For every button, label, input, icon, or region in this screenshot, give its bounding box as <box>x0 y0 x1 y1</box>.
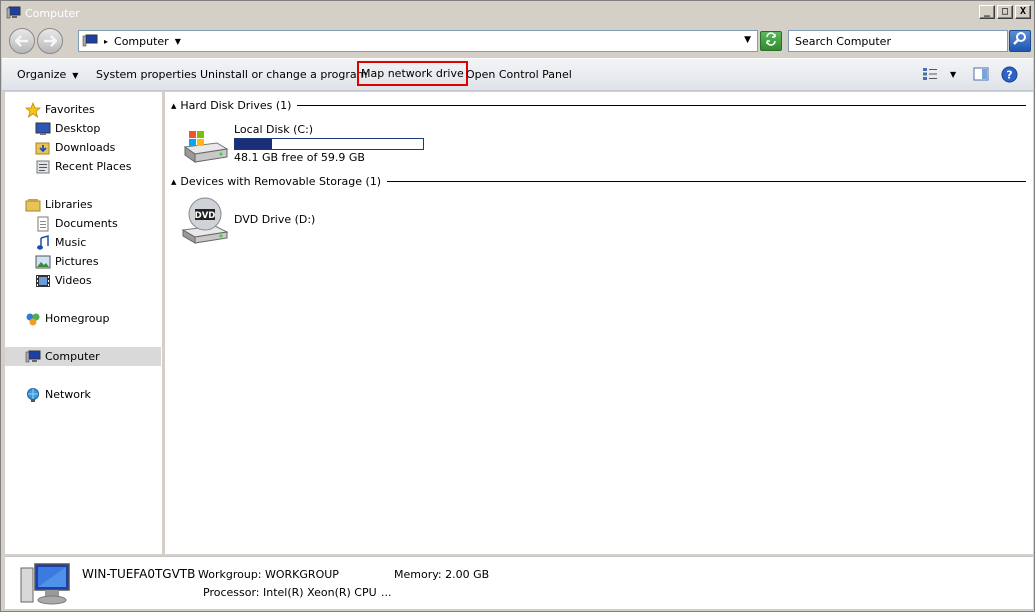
content-pane: ▲ Hard Disk Drives (1) Local Disk (C:) 4… <box>165 92 1033 554</box>
music-icon <box>35 234 51 251</box>
collapse-triangle-icon[interactable]: ▲ <box>171 102 176 110</box>
hard-disk-drives-group[interactable]: ▲ Hard Disk Drives (1) <box>171 99 1026 112</box>
uninstall-program-button[interactable]: Uninstall or change a program <box>200 68 367 81</box>
memory-info: Memory: 2.00 GB <box>394 568 490 581</box>
breadcrumb-arrow-icon[interactable]: ▸ <box>104 37 108 46</box>
local-disk-name[interactable]: Local Disk (C:) <box>234 123 313 136</box>
nav-libraries-label: Libraries <box>45 198 93 211</box>
downloads-folder-icon <box>35 140 51 156</box>
computer-name: WIN-TUEFA0TGVTB <box>82 567 196 581</box>
nav-homegroup[interactable]: Homegroup <box>5 309 161 328</box>
nav-desktop[interactable]: Desktop <box>5 119 161 138</box>
search-icon <box>1013 32 1026 45</box>
address-row: ▸ Computer ▼ ▼ Search Computer <box>2 25 1033 58</box>
local-disk-usage-bar <box>234 138 424 150</box>
nav-computer-label: Computer <box>45 350 100 363</box>
hard-disk-drives-label: Hard Disk Drives (1) <box>180 99 292 112</box>
view-options-chevron-down-icon[interactable]: ▼ <box>950 70 956 79</box>
organize-menu[interactable]: Organize ▼ <box>17 68 78 81</box>
breadcrumb-computer[interactable]: Computer <box>114 35 169 48</box>
workgroup-info: Workgroup: WORKGROUP <box>198 568 339 581</box>
preview-pane-icon[interactable] <box>973 67 989 84</box>
nav-network[interactable]: Network <box>5 385 161 404</box>
group-divider <box>387 181 1026 182</box>
computer-icon <box>82 34 98 48</box>
breadcrumb-chevron-down-icon[interactable]: ▼ <box>175 37 181 46</box>
window-controls: _ □ X <box>977 5 1031 19</box>
svg-text:?: ? <box>1006 69 1012 82</box>
nav-downloads[interactable]: Downloads <box>5 138 161 157</box>
back-button[interactable] <box>9 28 35 54</box>
nav-music[interactable]: Music <box>5 233 161 252</box>
explorer-window: Computer _ □ X ▸ Computer ▼ ▼ Search Com… <box>0 0 1035 612</box>
computer-icon <box>25 349 41 365</box>
nav-libraries[interactable]: Libraries <box>5 195 161 214</box>
nav-downloads-label: Downloads <box>55 141 116 154</box>
change-view-icon[interactable] <box>922 67 938 84</box>
nav-network-label: Network <box>45 388 91 401</box>
address-history-dropdown-icon[interactable]: ▼ <box>744 35 751 45</box>
search-input[interactable]: Search Computer <box>788 30 1008 52</box>
pictures-icon <box>35 254 51 270</box>
maximize-button[interactable]: □ <box>997 5 1013 19</box>
window-title: Computer <box>25 6 80 20</box>
computer-large-icon <box>19 562 71 609</box>
chevron-down-icon: ▼ <box>72 71 79 80</box>
dvd-drive-icon[interactable]: DVD <box>181 196 229 244</box>
address-bar[interactable]: ▸ Computer ▼ ▼ <box>78 30 758 52</box>
videos-icon <box>35 273 51 289</box>
star-icon <box>25 101 41 118</box>
nav-music-label: Music <box>55 236 87 249</box>
local-disk-usage-fill <box>235 139 273 149</box>
dvd-logo-text: DVD <box>195 211 216 221</box>
minimize-button[interactable]: _ <box>979 5 995 19</box>
help-icon[interactable]: ? <box>1001 66 1018 86</box>
nav-recent-places-label: Recent Places <box>55 160 132 173</box>
open-control-panel-button[interactable]: Open Control Panel <box>466 68 572 81</box>
removable-storage-group[interactable]: ▲ Devices with Removable Storage (1) <box>171 175 1026 188</box>
dvd-drive-name[interactable]: DVD Drive (D:) <box>234 213 315 226</box>
nav-homegroup-label: Homegroup <box>45 312 110 325</box>
nav-computer[interactable]: Computer <box>5 347 161 366</box>
nav-favorites[interactable]: Favorites <box>5 100 161 119</box>
close-button[interactable]: X <box>1015 5 1031 19</box>
nav-documents[interactable]: Documents <box>5 214 161 233</box>
nav-favorites-label: Favorites <box>45 103 95 116</box>
libraries-icon <box>25 197 41 213</box>
forward-button[interactable] <box>37 28 63 54</box>
forward-arrow-icon <box>44 35 57 47</box>
organize-label: Organize <box>17 68 67 81</box>
search-button[interactable] <box>1009 30 1031 52</box>
removable-storage-label: Devices with Removable Storage (1) <box>180 175 382 188</box>
back-arrow-icon <box>15 35 28 47</box>
command-bar: Organize ▼ System properties Uninstall or… <box>2 58 1033 91</box>
nav-pictures-label: Pictures <box>55 255 99 268</box>
desktop-icon <box>35 121 51 137</box>
collapse-triangle-icon[interactable]: ▲ <box>171 178 176 186</box>
group-divider <box>297 105 1026 106</box>
computer-icon <box>6 5 22 21</box>
nav-desktop-label: Desktop <box>55 122 101 135</box>
title-bar: Computer _ □ X <box>2 2 1033 24</box>
refresh-icon <box>766 32 776 46</box>
system-properties-button[interactable]: System properties <box>96 68 197 81</box>
nav-videos-label: Videos <box>55 274 92 287</box>
details-pane: WIN-TUEFA0TGVTB Workgroup: WORKGROUP Mem… <box>5 556 1033 609</box>
processor-info: Processor: Intel(R) Xeon(R) CPU <box>203 586 377 599</box>
nav-pictures[interactable]: Pictures <box>5 252 161 271</box>
nav-videos[interactable]: Videos <box>5 271 161 290</box>
nav-documents-label: Documents <box>55 217 118 230</box>
local-disk-free-space: 48.1 GB free of 59.9 GB <box>234 151 365 164</box>
refresh-button[interactable] <box>760 31 782 51</box>
navigation-pane: Favorites Desktop Downloads Recent Place… <box>5 92 163 554</box>
recent-places-icon <box>35 159 51 175</box>
documents-icon <box>35 216 51 232</box>
network-icon <box>25 387 41 403</box>
map-network-drive-button[interactable]: Map network drive <box>357 61 468 86</box>
homegroup-icon <box>25 311 41 327</box>
hard-drive-icon[interactable] <box>181 125 229 167</box>
nav-recent-places[interactable]: Recent Places <box>5 157 161 176</box>
more-details-ellipsis[interactable]: ... <box>381 586 392 599</box>
